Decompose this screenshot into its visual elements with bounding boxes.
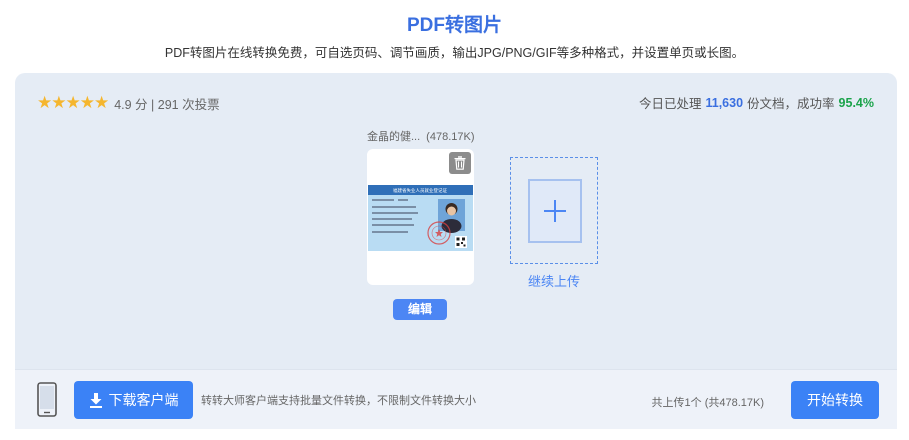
stats-row: 今日已处理 11,630 份文档，成功率 95.4% xyxy=(639,93,874,112)
download-client-label: 下载客户端 xyxy=(108,392,179,408)
delete-button[interactable] xyxy=(449,152,471,174)
processed-count: 11,630 xyxy=(705,95,744,110)
upload-count: 共上传1个 (共478.17K) xyxy=(651,397,764,409)
plus-icon xyxy=(544,200,566,222)
download-icon xyxy=(89,392,102,408)
phone-icon xyxy=(37,382,57,417)
page-subtitle: PDF转图片在线转换免费，可自选页码、调节画质，输出JPG/PNG/GIF等多种… xyxy=(164,46,745,60)
edit-button[interactable]: 编辑 xyxy=(393,299,447,320)
continue-upload-label[interactable]: 继续上传 xyxy=(510,271,598,290)
file-card[interactable]: 福建省失业人员就业登记证 xyxy=(367,149,474,285)
start-convert-button[interactable]: 开始转换 xyxy=(791,381,879,419)
rating-row: ★★★★★ 4.9 分 | 291 次投票 xyxy=(37,93,220,113)
file-name-label: 金晶的健... (478.17K) xyxy=(367,128,477,144)
page-title: PDF转图片 xyxy=(406,15,502,36)
add-file-area[interactable] xyxy=(528,179,582,243)
client-tip: 转转大师客户端支持批量文件转换，不限制文件转换大小 xyxy=(201,395,476,407)
page: PDF转图片 PDF转图片在线转换免费，可自选页码、调节画质，输出JPG/PNG… xyxy=(0,0,909,440)
upload-panel: ★★★★★ 4.9 分 | 291 次投票 今日已处理 11,630 份文档，成… xyxy=(15,73,897,369)
rating-stars-icon[interactable]: ★★★★★ xyxy=(37,93,109,113)
stats-middle: 份文档，成功率 xyxy=(747,97,835,111)
footer-bar: 下载客户端 转转大师客户端支持批量文件转换，不限制文件转换大小 共上传1个 (共… xyxy=(15,369,897,429)
stats-prefix: 今日已处理 xyxy=(638,97,702,111)
thumbnail-header-text: 福建省失业人员就业登记证 xyxy=(393,187,447,194)
trash-icon xyxy=(454,156,466,170)
rating-text: 4.9 分 | 291 次投票 xyxy=(114,97,220,112)
download-client-button[interactable]: 下载客户端 xyxy=(74,381,193,419)
file-size: (478.17K) xyxy=(426,131,475,143)
file-thumbnail: 福建省失业人员就业登记证 xyxy=(368,185,473,251)
file-name: 金晶的健... xyxy=(367,131,421,143)
success-rate: 95.4% xyxy=(838,95,874,110)
continue-upload-box[interactable] xyxy=(510,157,598,264)
